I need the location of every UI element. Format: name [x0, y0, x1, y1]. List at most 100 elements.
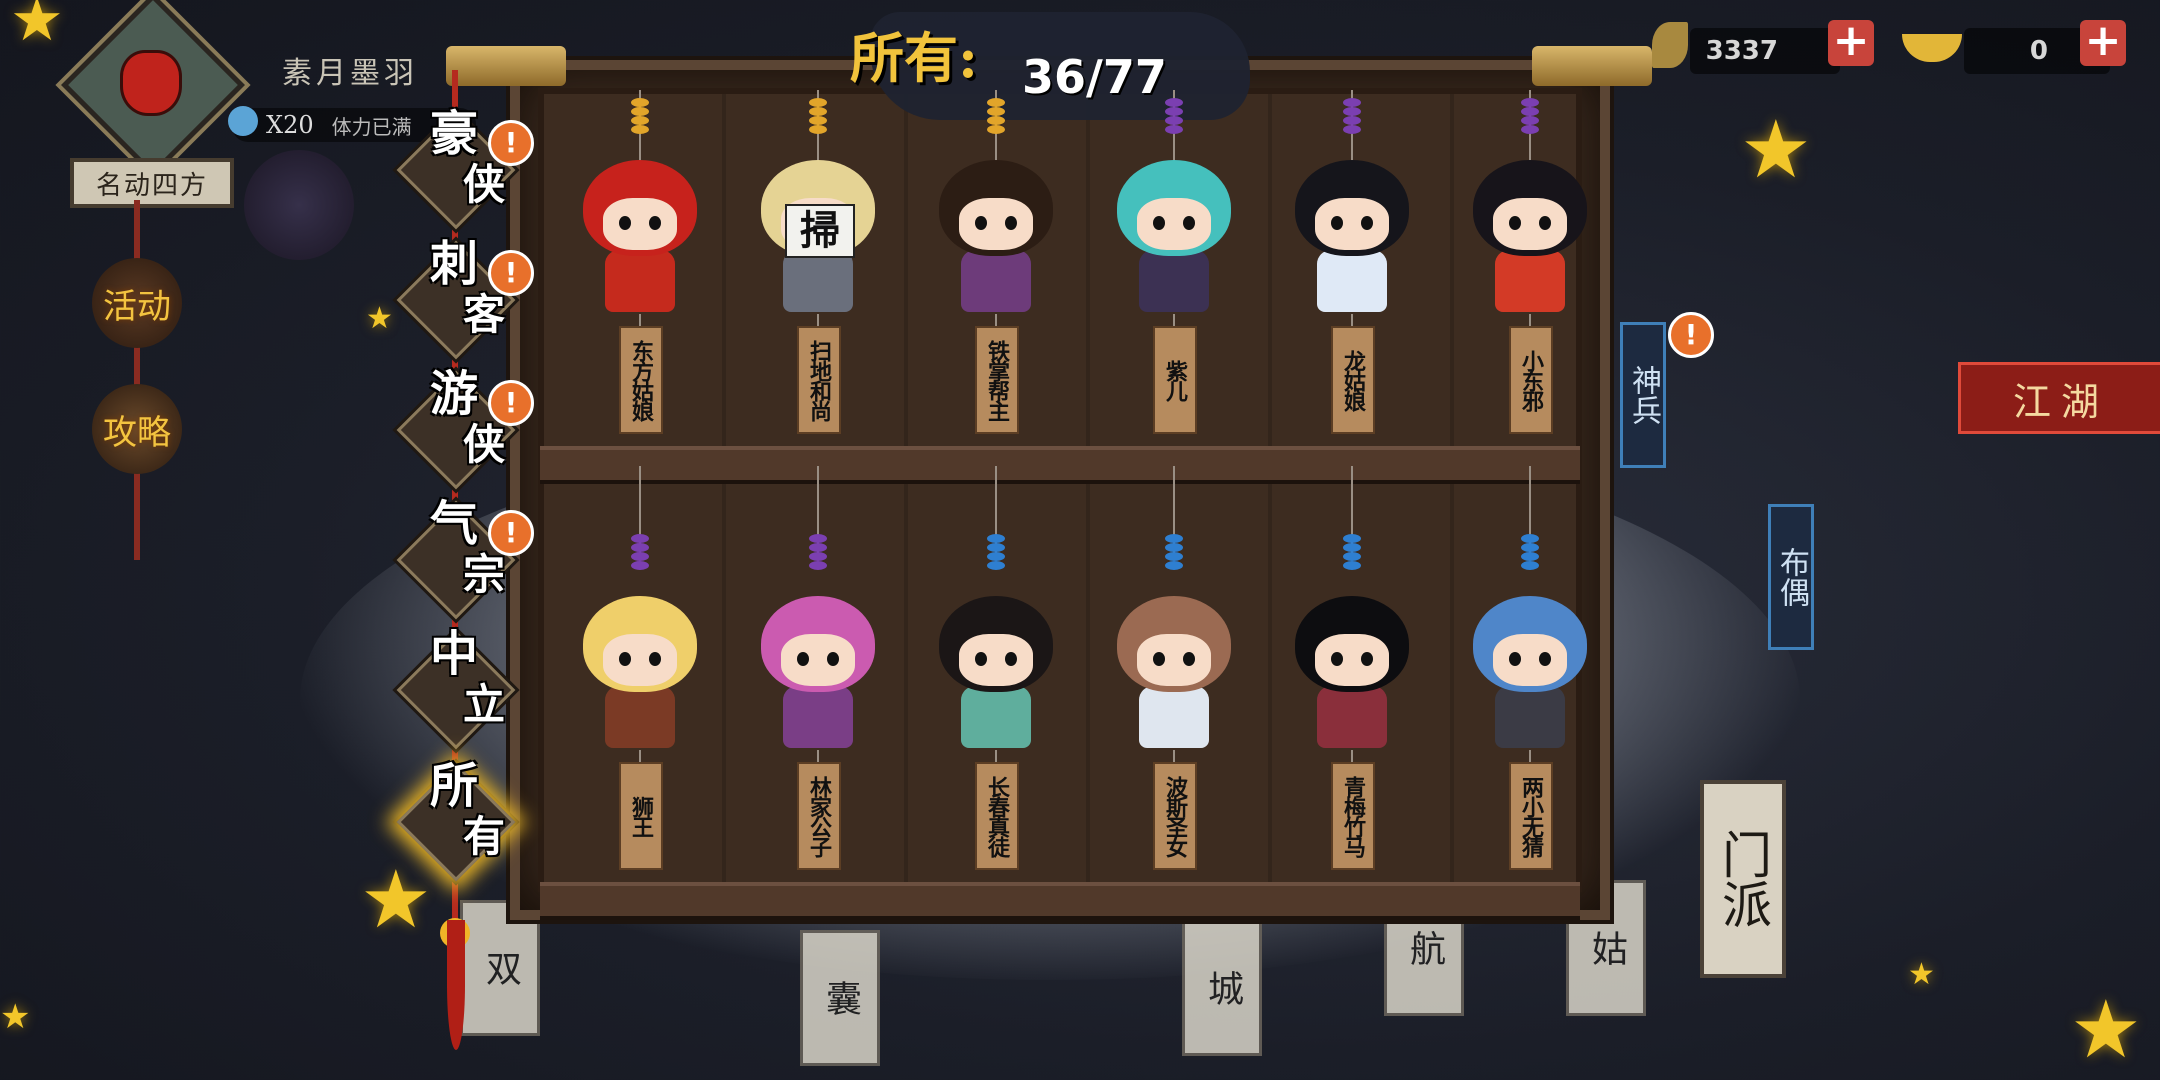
character-name-tag: 扫地和尚 — [797, 326, 841, 434]
character-slot[interactable]: 两小无猜 — [1445, 466, 1615, 896]
star-icon: ★ — [1740, 103, 1812, 196]
weapon-tab-label: 神兵 — [1626, 365, 1661, 425]
bead — [1521, 98, 1539, 107]
doll-tab[interactable]: 布偶 — [1768, 504, 1814, 650]
player-name: 素月墨羽 — [282, 56, 418, 91]
character-slot[interactable]: 青梅竹马 — [1267, 466, 1437, 896]
bead — [987, 552, 1005, 561]
bead — [1343, 552, 1361, 561]
bead — [1521, 543, 1539, 552]
star-icon: ★ — [1908, 957, 1935, 992]
category-label: 有 — [462, 812, 505, 861]
bead — [1521, 125, 1539, 134]
bead — [1165, 125, 1183, 134]
category-label: 中 — [429, 626, 478, 682]
doll-face — [603, 198, 677, 250]
doll-eye — [1183, 216, 1195, 230]
character-doll — [1465, 596, 1595, 748]
star-icon: ★ — [360, 853, 432, 946]
doll-eye — [1331, 652, 1343, 666]
character-slot[interactable]: 小东邪 — [1445, 90, 1615, 460]
bead — [1343, 534, 1361, 543]
character-doll: 掃 — [753, 160, 883, 312]
category-label: 所 — [429, 758, 478, 814]
bead — [1343, 116, 1361, 125]
category-tab-5[interactable]: 所有 — [396, 762, 516, 882]
doll-eye — [619, 652, 631, 666]
doll-body — [783, 686, 853, 748]
sect-sign[interactable]: 门派 — [1700, 780, 1786, 978]
character-slot[interactable]: 铁掌帮主 — [911, 90, 1081, 460]
event-character-icon[interactable] — [244, 150, 354, 260]
character-slot[interactable]: 波斯圣女 — [1089, 466, 1259, 896]
character-doll — [1287, 160, 1417, 312]
bead — [1521, 107, 1539, 116]
doll-eye — [1361, 216, 1373, 230]
star-icon: ★ — [10, 0, 64, 55]
doll-eye — [649, 652, 661, 666]
doll-face — [1493, 634, 1567, 686]
add-leaf-button[interactable]: + — [1828, 19, 1874, 66]
doll-body — [1317, 686, 1387, 748]
rope-tassel — [447, 920, 465, 1050]
character-doll — [1109, 160, 1239, 312]
character-doll — [1109, 596, 1239, 748]
weapon-tab[interactable]: 神兵 — [1620, 322, 1666, 468]
category-tab-4[interactable]: 中立 — [396, 630, 516, 750]
leaf-currency-icon — [1652, 22, 1688, 68]
doll-eye — [1153, 652, 1165, 666]
bead — [631, 125, 649, 134]
character-doll — [753, 596, 883, 748]
bead — [1343, 543, 1361, 552]
background-signboard: 双 — [460, 900, 540, 1036]
sect-label: 门派 — [1714, 829, 1772, 929]
character-slot[interactable]: 长春真徒 — [911, 466, 1081, 896]
player-avatar[interactable] — [58, 0, 248, 177]
character-name-tag: 长春真徒 — [975, 762, 1019, 870]
character-slot[interactable]: 林家公子 — [733, 466, 903, 896]
bead — [809, 561, 827, 570]
gold-amount: 0 — [2029, 36, 2048, 66]
character-slot[interactable]: 龙姑娘 — [1267, 90, 1437, 460]
character-slot[interactable]: 掃扫地和尚 — [733, 90, 903, 460]
character-slot[interactable]: 狮王 — [555, 466, 725, 896]
collection-count: 36/77 — [1022, 50, 1167, 104]
character-slot[interactable]: 紫儿 — [1089, 90, 1259, 460]
jianghu-button[interactable]: 江湖 — [1958, 362, 2160, 434]
category-label: 客 — [462, 290, 505, 339]
character-slot[interactable]: 东方姑娘 — [555, 90, 725, 460]
bead — [809, 552, 827, 561]
character-name-tag: 青梅竹马 — [1331, 762, 1375, 870]
bead — [1521, 534, 1539, 543]
category-label: 侠 — [462, 160, 505, 209]
category-alert-badge: ! — [488, 510, 534, 556]
bead — [809, 125, 827, 134]
guide-button[interactable]: 攻略 — [92, 384, 182, 474]
character-name-tag: 林家公子 — [797, 762, 841, 870]
jianghu-label: 江湖 — [2012, 379, 2109, 424]
bead — [631, 107, 649, 116]
character-name-tag: 狮王 — [619, 762, 663, 870]
doll-body — [1495, 686, 1565, 748]
doll-eye — [1509, 652, 1521, 666]
doll-eye — [1005, 652, 1017, 666]
doll-face — [603, 634, 677, 686]
category-label: 侠 — [462, 420, 505, 469]
doll-face — [1315, 198, 1389, 250]
doll-eye — [975, 216, 987, 230]
character-name-tag: 小东邪 — [1509, 326, 1553, 434]
character-name-tag: 两小无猜 — [1509, 762, 1553, 870]
doll-eye — [1509, 216, 1521, 230]
bead — [987, 543, 1005, 552]
doll-eye — [1153, 216, 1165, 230]
category-alert-badge: ! — [488, 250, 534, 296]
doll-face — [1315, 634, 1389, 686]
add-gold-button[interactable]: + — [2080, 19, 2126, 66]
background-signboard: 城 — [1182, 920, 1262, 1056]
activity-button[interactable]: 活动 — [92, 258, 182, 348]
bead — [809, 98, 827, 107]
bead — [631, 552, 649, 561]
bead — [631, 534, 649, 543]
background-signboard: 囊 — [800, 930, 880, 1066]
bead — [987, 116, 1005, 125]
